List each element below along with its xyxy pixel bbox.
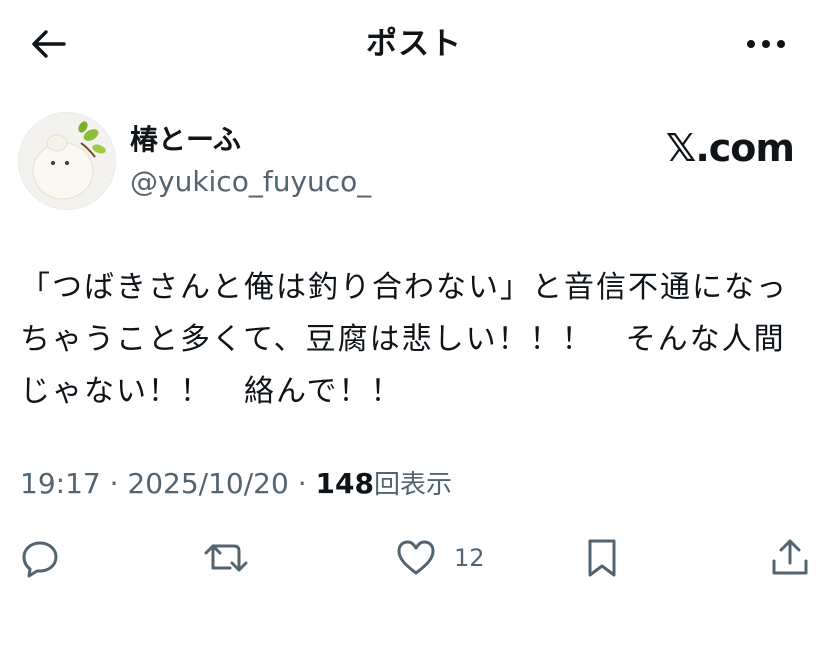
author-display-name[interactable]: 椿とーふ bbox=[130, 122, 241, 158]
action-bar: 12 bbox=[0, 530, 828, 586]
heart-icon bbox=[397, 540, 435, 575]
more-dots-icon bbox=[747, 40, 785, 48]
post-meta: 19:17 · 2025/10/20 · 148回表示 bbox=[20, 466, 452, 503]
post-date[interactable]: 2025/10/20 bbox=[127, 467, 288, 500]
avatar-image-icon bbox=[19, 113, 115, 209]
bookmark-icon bbox=[588, 539, 616, 577]
post-time[interactable]: 19:17 bbox=[20, 467, 101, 500]
reply-button[interactable] bbox=[20, 530, 60, 586]
meta-separator: · bbox=[297, 467, 307, 500]
repost-button[interactable] bbox=[204, 530, 248, 586]
x-logo: 𝕏.com bbox=[665, 126, 795, 170]
top-bar: ポスト bbox=[0, 0, 828, 90]
share-icon bbox=[772, 539, 808, 575]
post-author: 椿とーふ @yukico_fuyuco_ 𝕏.com bbox=[18, 112, 798, 212]
page-title: ポスト bbox=[366, 26, 462, 62]
like-count: 12 bbox=[454, 544, 485, 572]
view-count-label: 回表示 bbox=[373, 470, 452, 500]
view-count: 148 bbox=[315, 467, 374, 500]
repost-icon bbox=[204, 544, 248, 572]
reply-icon bbox=[22, 541, 58, 578]
share-button[interactable] bbox=[770, 530, 810, 586]
avatar[interactable] bbox=[18, 112, 116, 210]
meta-separator: · bbox=[109, 467, 119, 500]
like-button[interactable]: 12 bbox=[396, 530, 485, 586]
author-handle[interactable]: @yukico_fuyuco_ bbox=[130, 164, 371, 200]
more-options-button[interactable] bbox=[742, 28, 790, 60]
bookmark-button[interactable] bbox=[584, 530, 620, 586]
post-text: 「つばきさんと俺は釣り合わない」と音信不通になっちゃうこと多くて、豆腐は悲しい！… bbox=[20, 270, 788, 409]
